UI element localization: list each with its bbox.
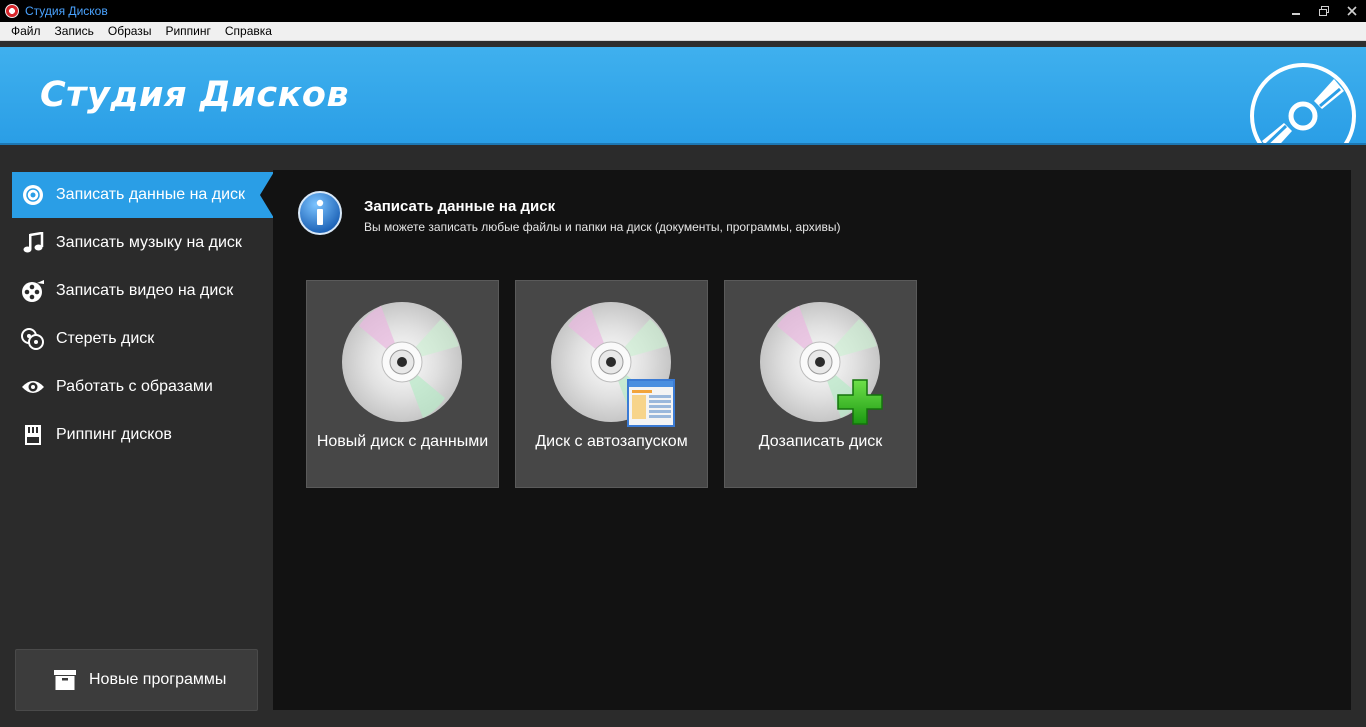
sidebar-item-label: Риппинг дисков [56,426,172,443]
disc-icon [21,183,45,207]
sidebar-item-write-music[interactable]: Записать музыку на диск [12,220,273,266]
menu-images[interactable]: Образы [101,22,159,41]
menu-bar: Файл Запись Образы Риппинг Справка [0,22,1366,41]
sidebar-item-label: Записать видео на диск [56,282,234,299]
sidebar-item-write-video[interactable]: Записать видео на диск [12,268,273,314]
window-document-icon [627,379,675,427]
close-icon [1347,6,1357,16]
sidebar-item-write-data[interactable]: Записать данные на диск [12,172,274,218]
music-note-icon [21,231,45,255]
main-panel: Записать данные на диск Вы можете записа… [273,170,1351,710]
sidebar-item-label: Стереть диск [56,330,155,347]
new-programs-label: Новые программы [89,671,227,688]
card-append-disc[interactable]: Дозаписать диск [724,280,917,488]
section-title: Записать данные на диск [364,198,556,215]
window-controls [1282,0,1366,22]
restore-icon [1319,6,1329,16]
section-description: Вы можете записать любые файлы и папки н… [364,220,841,234]
minimize-button[interactable] [1282,0,1310,22]
card-label: Дозаписать диск [758,433,883,450]
maximize-button[interactable] [1310,0,1338,22]
title-bar: Студия Дисков [0,0,1366,22]
brand-title: Студия Дисков [40,75,350,115]
sidebar-item-label: Записать музыку на диск [56,234,242,251]
box-icon [54,670,76,690]
card-new-data-disc[interactable]: Новый диск с данными [306,280,499,488]
menu-ripping[interactable]: Риппинг [158,22,217,41]
close-button[interactable] [1338,0,1366,22]
erase-disc-icon [21,327,45,351]
header-banner: Студия Дисков [0,47,1366,145]
sidebar: Записать данные на диск Записать музыку … [0,147,274,727]
sidebar-item-images[interactable]: Работать с образами [12,364,273,410]
sidebar-item-label: Записать данные на диск [56,186,246,203]
minimize-icon [1292,13,1300,15]
menu-help[interactable]: Справка [218,22,279,41]
card-autorun-disc[interactable]: Диск с автозапуском [515,280,708,488]
menu-record[interactable]: Запись [48,22,101,41]
sidebar-item-erase-disc[interactable]: Стереть диск [12,316,273,362]
disc-logo-icon [1250,63,1356,143]
sidebar-item-ripping[interactable]: Риппинг дисков [12,412,273,458]
film-reel-icon [21,279,45,303]
sd-card-icon [21,423,45,447]
card-label: Диск с автозапуском [535,433,688,450]
green-plus-icon [837,379,883,425]
card-label: Новый диск с данными [316,433,489,450]
eye-icon [21,375,45,399]
cd-disc-icon [342,302,462,422]
info-icon [298,191,342,235]
menu-file[interactable]: Файл [0,22,48,41]
window-title: Студия Дисков [25,4,108,18]
new-programs-button[interactable]: Новые программы [15,649,258,711]
sidebar-item-label: Работать с образами [56,378,213,395]
app-icon [5,4,19,18]
